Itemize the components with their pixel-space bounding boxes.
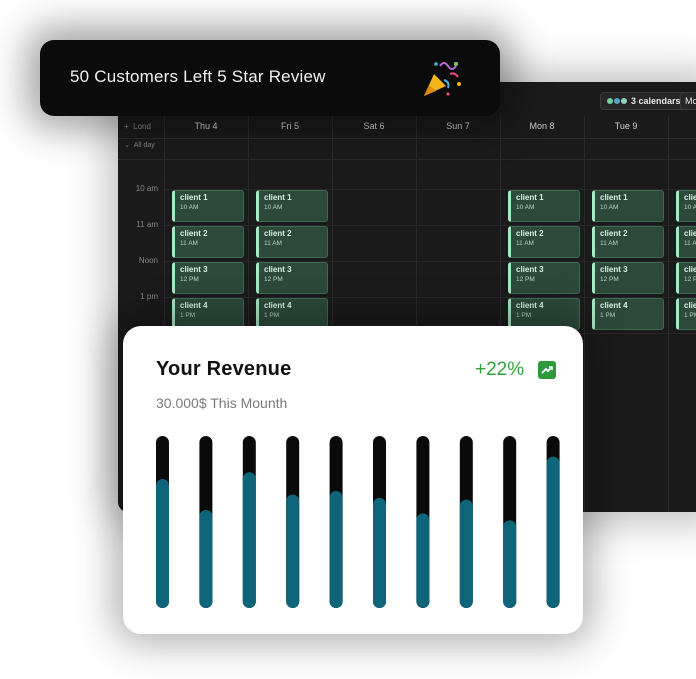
day-label[interactable]: Thu 4	[164, 121, 248, 131]
calendar-event[interactable]: client 4 1 PM	[676, 298, 696, 330]
revenue-bar	[286, 494, 300, 608]
event-title: client 3	[516, 265, 544, 274]
event-time: 1 PM	[180, 312, 196, 319]
calendar-event[interactable]: client 3 12 PM	[508, 262, 580, 294]
event-time: 11 AM	[180, 240, 198, 247]
event-time: 1 PM	[516, 312, 532, 319]
allday-row: ⌄ All day	[118, 139, 696, 160]
event-time: 11 AM	[516, 240, 534, 247]
event-title: client 2	[180, 229, 208, 238]
event-time: 11 AM	[684, 240, 696, 247]
calendar-event[interactable]: client 4 1 PM	[592, 298, 664, 330]
calendar-event[interactable]: client 3 12 PM	[256, 262, 328, 294]
calendar-event[interactable]: client 3 12 PM	[172, 262, 244, 294]
calendar-event[interactable]: client 2 11 AM	[592, 226, 664, 258]
calendar-event[interactable]: client 1 10 AM	[172, 190, 244, 222]
calendar-event[interactable]: client 2 11 AM	[256, 226, 328, 258]
calendar-event[interactable]: client 1 10 AM	[256, 190, 328, 222]
event-time: 1 PM	[600, 312, 616, 319]
event-title: client 4	[264, 301, 292, 310]
event-time: 1 PM	[264, 312, 280, 319]
revenue-bar	[242, 472, 256, 608]
revenue-bar	[459, 499, 473, 608]
calendar-dots-icon	[607, 98, 627, 104]
event-time: 10 AM	[600, 204, 619, 211]
time-label: 10 am	[135, 184, 158, 193]
event-title: client 2	[264, 229, 292, 238]
review-notification: 50 Customers Left 5 Star Review	[40, 40, 500, 116]
event-time: 10 AM	[684, 204, 696, 211]
calendar-event[interactable]: client 1 10 AM	[508, 190, 580, 222]
day-label[interactable]: Fri 5	[248, 121, 332, 131]
event-title: client 4	[516, 301, 544, 310]
event-time: 10 AM	[180, 204, 199, 211]
revenue-bar	[329, 491, 343, 608]
event-time: 12 PM	[264, 276, 283, 283]
calendar-event[interactable]: client 3 12 PM	[592, 262, 664, 294]
revenue-card: Your Revenue 30.000$ This Mounth +22%	[123, 326, 583, 634]
revenue-bar	[373, 497, 386, 608]
event-time: 12 PM	[684, 276, 696, 283]
event-title: client 2	[516, 229, 544, 238]
revenue-bar	[416, 513, 430, 608]
event-title: client 4	[684, 301, 696, 310]
revenue-bar-chart	[156, 436, 560, 608]
event-title: client 2	[684, 229, 696, 238]
day-label[interactable]: Sun 7	[416, 121, 500, 131]
event-title: client 3	[264, 265, 292, 274]
event-title: client 1	[600, 193, 628, 202]
revenue-bar	[503, 520, 517, 608]
event-time: 12 PM	[516, 276, 535, 283]
allday-label: ⌄ All day	[124, 142, 155, 149]
calendar-event[interactable]: client 2 11 AM	[508, 226, 580, 258]
party-popper-icon	[424, 62, 461, 96]
event-title: client 3	[600, 265, 628, 274]
day-label[interactable]: Tue 9	[584, 121, 668, 131]
event-time: 10 AM	[264, 204, 283, 211]
event-time: 11 AM	[600, 240, 618, 247]
revenue-bar	[546, 456, 560, 608]
event-time: 1 PM	[684, 312, 696, 319]
event-title: client 1	[516, 193, 544, 202]
day-label[interactable]: Mon 8	[500, 121, 584, 131]
event-title: client 4	[600, 301, 628, 310]
view-selector[interactable]: Mo	[680, 92, 696, 110]
revenue-bar	[156, 479, 169, 608]
event-title: client 3	[684, 265, 696, 274]
revenue-bar	[199, 509, 213, 608]
event-time: 12 PM	[600, 276, 619, 283]
timezone-label: + Lond	[124, 122, 151, 131]
calendars-label: 3 calendars	[631, 96, 681, 106]
time-label: Noon	[138, 256, 158, 265]
time-label: 1 pm	[140, 292, 158, 301]
calendar-day-header: + Lond Thu 4 Fri 5 Sat 6 Sun 7 Mon 8 Tue…	[118, 116, 696, 139]
event-title: client 2	[600, 229, 628, 238]
calendar-event[interactable]: client 2 11 AM	[172, 226, 244, 258]
notification-text: 50 Customers Left 5 Star Review	[70, 67, 326, 86]
event-title: client 4	[180, 301, 208, 310]
calendar-event[interactable]: client 1 10 AM	[592, 190, 664, 222]
event-title: client 1	[180, 193, 208, 202]
day-label[interactable]: Sat 6	[332, 121, 416, 131]
event-time: 10 AM	[516, 204, 535, 211]
event-title: client 1	[684, 193, 696, 202]
calendar-event[interactable]: client 2 11 AM	[676, 226, 696, 258]
event-title: client 1	[264, 193, 292, 202]
time-label: 11 am	[136, 220, 158, 229]
calendar-event[interactable]: client 1 10 AM	[676, 190, 696, 222]
event-time: 12 PM	[180, 276, 199, 283]
event-time: 11 AM	[264, 240, 282, 247]
calendars-selector[interactable]: 3 calendars	[600, 92, 688, 110]
calendar-event[interactable]: client 3 12 PM	[676, 262, 696, 294]
event-title: client 3	[180, 265, 208, 274]
